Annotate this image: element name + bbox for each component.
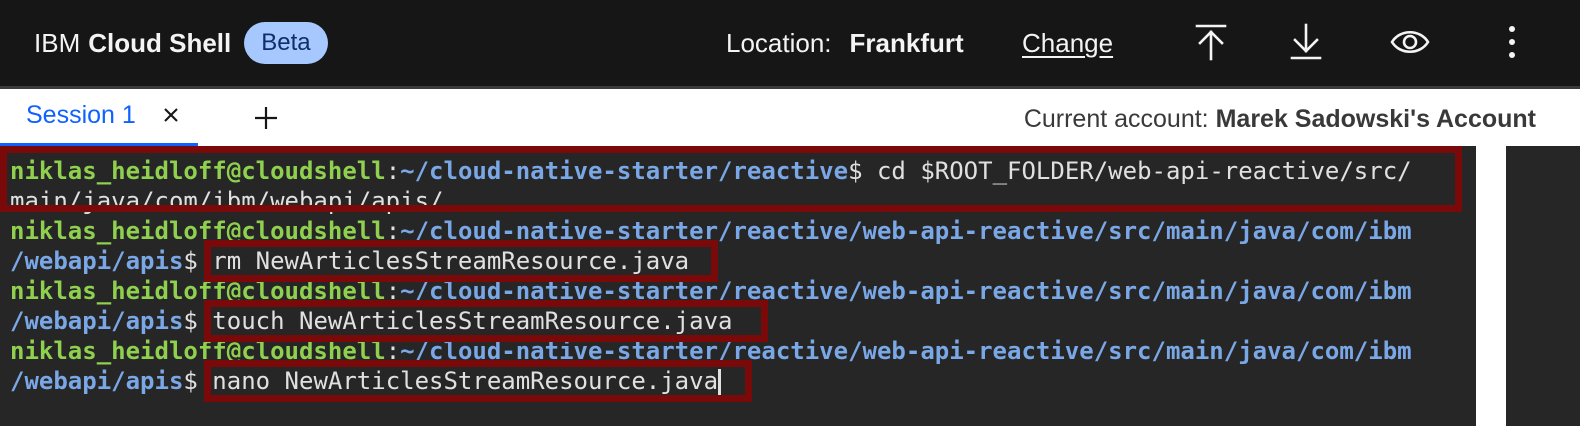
prompt-path: ~/cloud-native-starter/reactive: [400, 157, 849, 185]
prompt-user: niklas_heidloff@cloudshell: [10, 337, 386, 365]
prompt-path: ~/cloud-native-starter/reactive/web-api-…: [400, 217, 1412, 245]
prompt-separator: :: [385, 277, 401, 305]
tab-bar: Session 1 Current account: Marek Sadowsk…: [0, 86, 1580, 146]
brand-prefix: IBM: [34, 27, 81, 58]
command-text: cd $ROOT_FOLDER/web-api-reactive/src/: [876, 157, 1412, 185]
account-label: Current account:: [1023, 105, 1209, 133]
eye-icon[interactable]: [1390, 22, 1430, 62]
overflow-menu-icon[interactable]: [1502, 22, 1522, 62]
close-icon[interactable]: [160, 101, 182, 129]
account-name: Marek Sadowski's Account: [1215, 105, 1536, 133]
command-text: touch NewArticlesStreamResource.java: [212, 307, 733, 335]
tab-session-1[interactable]: Session 1: [0, 89, 198, 146]
download-icon[interactable]: [1288, 22, 1324, 62]
prompt-path: ~/cloud-native-starter/reactive/web-api-…: [400, 337, 1412, 365]
terminal-scrollbar[interactable]: [1476, 146, 1506, 426]
prompt-path: /webapi/apis: [10, 247, 184, 275]
prompt-separator: :: [385, 217, 401, 245]
terminal-line: /webapi/apis$ rm NewArticlesStreamResour…: [10, 246, 689, 276]
brand-product: Cloud Shell: [88, 27, 232, 58]
location: Location: Frankfurt: [726, 26, 964, 60]
terminal-line: niklas_heidloff@cloudshell:~/cloud-nativ…: [10, 276, 1412, 306]
side-panel: [1506, 146, 1580, 426]
terminal-line: main/java/com/ibm/webapi/apis/: [10, 186, 443, 216]
prompt-separator: :: [385, 337, 401, 365]
upload-icon[interactable]: [1193, 22, 1229, 62]
tab-label: Session 1: [26, 101, 136, 129]
terminal-line: /webapi/apis$ nano NewArticlesStreamReso…: [10, 366, 722, 396]
terminal-line: /webapi/apis$ touch NewArticlesStreamRes…: [10, 306, 732, 336]
terminal-line: niklas_heidloff@cloudshell:~/cloud-nativ…: [10, 156, 1412, 186]
location-value: Frankfurt: [849, 27, 964, 58]
prompt-path: /webapi/apis: [10, 367, 184, 395]
top-bar: IBM Cloud Shell Beta Location: Frankfurt…: [0, 0, 1580, 86]
location-label: Location:: [726, 27, 832, 58]
prompt-symbol: $: [848, 157, 877, 185]
add-tab-button[interactable]: [252, 103, 280, 133]
prompt-user: niklas_heidloff@cloudshell: [10, 217, 386, 245]
prompt-symbol: $: [183, 367, 213, 395]
terminal[interactable]: niklas_heidloff@cloudshell:~/cloud-nativ…: [0, 146, 1476, 426]
prompt-path: ~/cloud-native-starter/reactive/web-api-…: [400, 277, 1412, 305]
prompt-separator: :: [385, 157, 401, 185]
terminal-cursor: [718, 369, 722, 395]
prompt-symbol: $: [183, 307, 213, 335]
prompt-path: /webapi/apis: [10, 307, 184, 335]
command-text: nano NewArticlesStreamResource.java: [212, 367, 719, 395]
brand: IBM Cloud Shell Beta: [34, 22, 328, 64]
terminal-line: niklas_heidloff@cloudshell:~/cloud-nativ…: [10, 336, 1412, 366]
prompt-user: niklas_heidloff@cloudshell: [10, 277, 386, 305]
change-location-link[interactable]: Change: [1022, 26, 1113, 60]
prompt-symbol: $: [183, 247, 213, 275]
current-account: Current account: Marek Sadowski's Accoun…: [1024, 105, 1536, 134]
command-text: main/java/com/ibm/webapi/apis/: [10, 187, 444, 215]
command-text: rm NewArticlesStreamResource.java: [212, 247, 690, 275]
terminal-line: niklas_heidloff@cloudshell:~/cloud-nativ…: [10, 216, 1412, 246]
prompt-user: niklas_heidloff@cloudshell: [10, 157, 386, 185]
beta-badge: Beta: [244, 22, 328, 64]
